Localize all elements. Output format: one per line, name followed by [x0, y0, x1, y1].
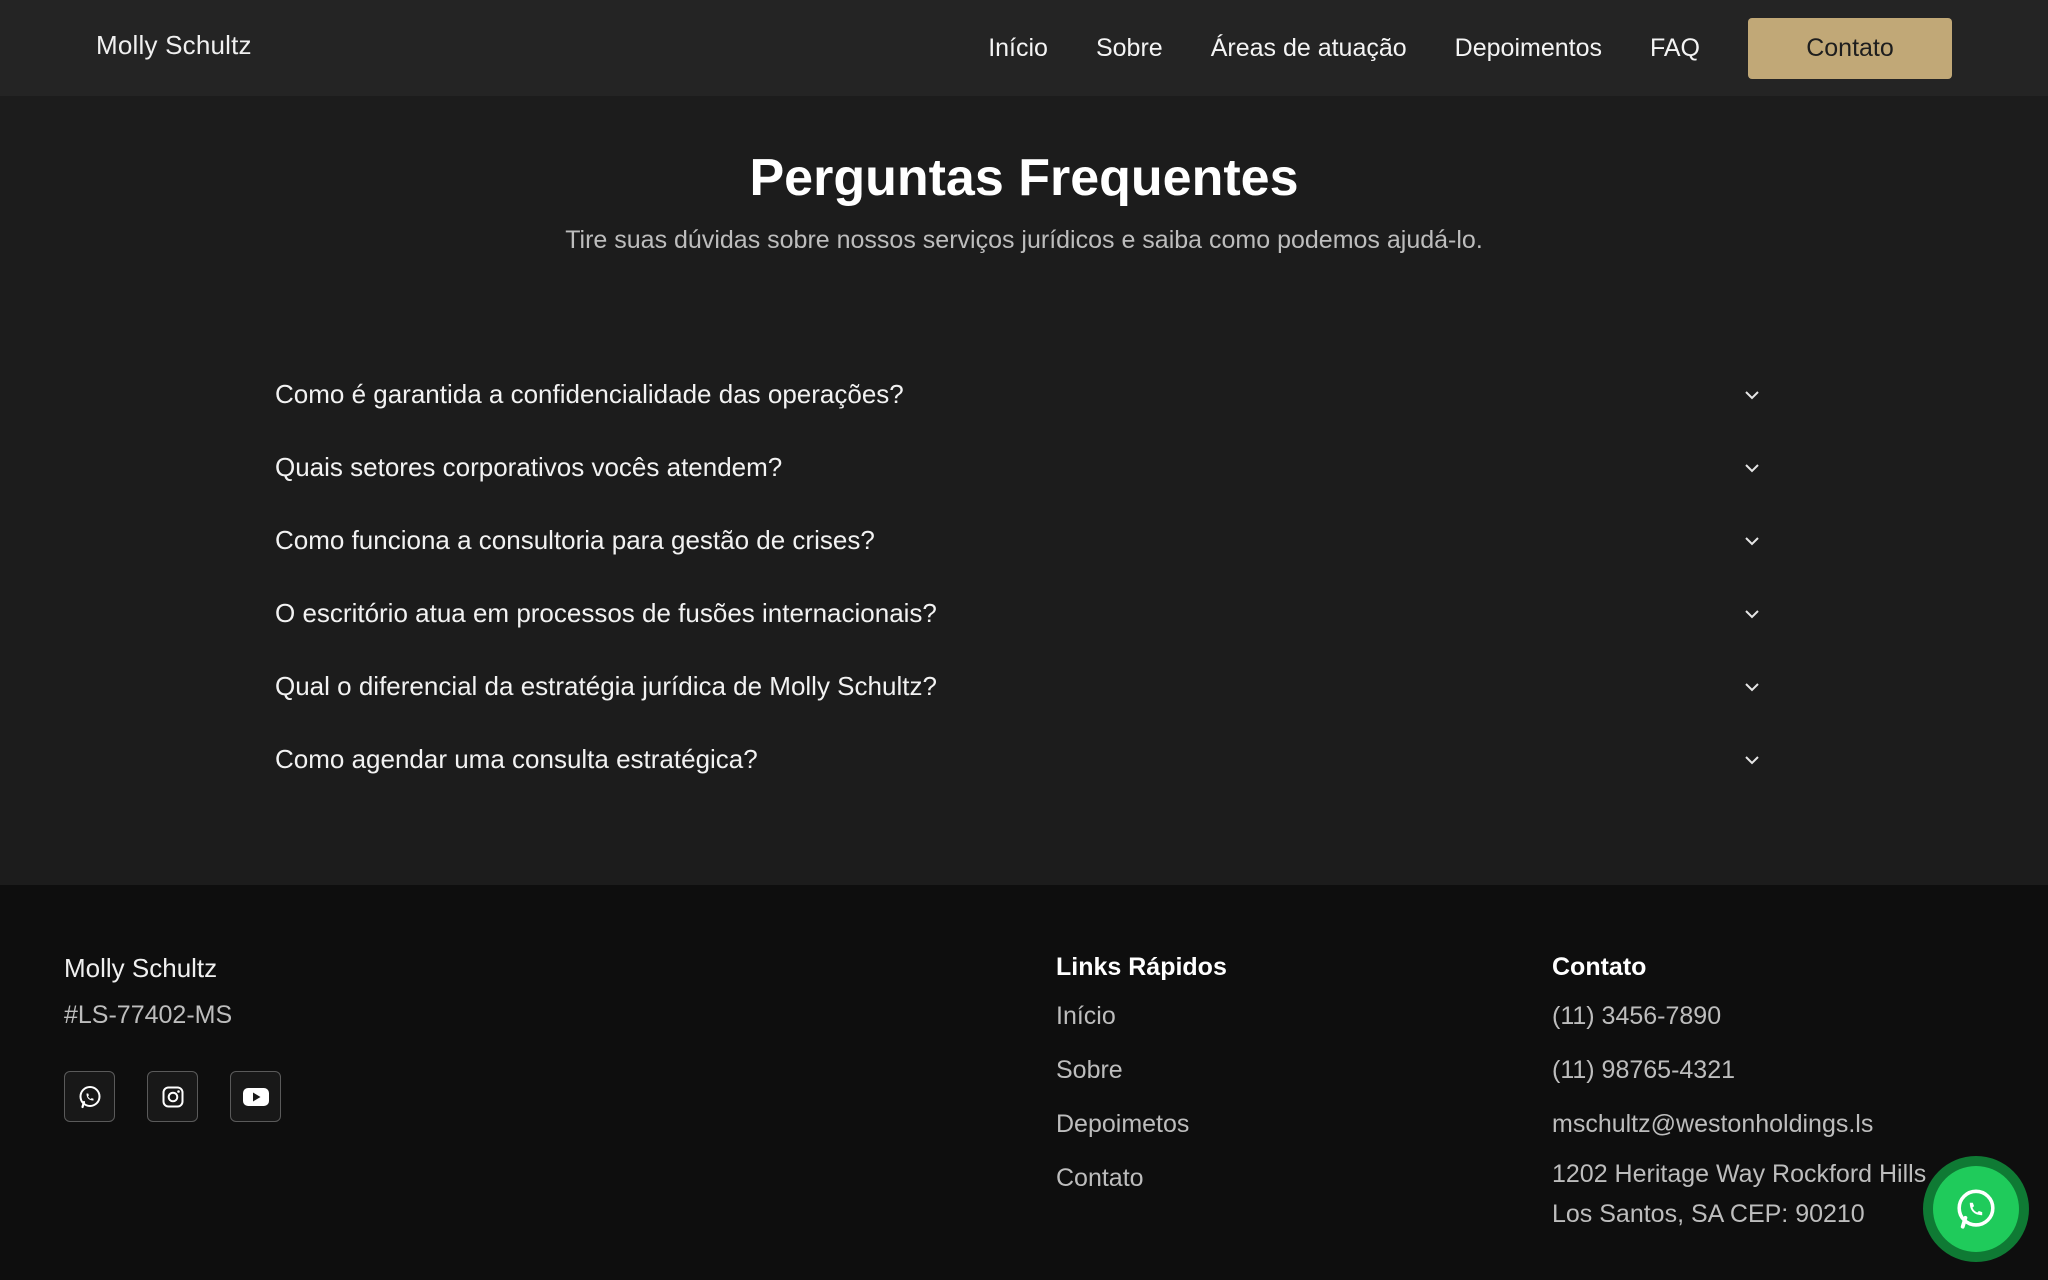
instagram-icon[interactable]	[147, 1071, 198, 1122]
faq-question: O escritório atua em processos de fusões…	[275, 598, 937, 628]
faq-item[interactable]: Qual o diferencial da estratégia jurídic…	[275, 650, 1773, 723]
phone-mobile[interactable]: (11) 98765-4321	[1552, 1054, 1926, 1086]
faq-question: Como funciona a consultoria para gestão …	[275, 525, 875, 555]
top-navbar: Molly Schultz Início Sobre Áreas de atua…	[0, 0, 2048, 96]
faq-item[interactable]: Como agendar uma consulta estratégica?	[275, 723, 1773, 796]
faq-question: Quais setores corporativos vocês atendem…	[275, 452, 783, 482]
quick-links-column: Links Rápidos Início Sobre Depoimetos Co…	[1056, 953, 1227, 1194]
youtube-icon[interactable]	[230, 1071, 281, 1122]
nav-link-sobre[interactable]: Sobre	[1096, 34, 1163, 63]
footer-link-contato[interactable]: Contato	[1056, 1162, 1227, 1194]
faq-subtitle: Tire suas dúvidas sobre nossos serviços …	[565, 226, 1483, 254]
social-links	[64, 1071, 313, 1122]
footer-link-depoimentos[interactable]: Depoimetos	[1056, 1108, 1227, 1140]
nav-link-faq[interactable]: FAQ	[1650, 34, 1700, 63]
faq-item[interactable]: O escritório atua em processos de fusões…	[275, 577, 1773, 650]
chevron-down-icon	[1741, 384, 1763, 406]
chevron-down-icon	[1741, 676, 1763, 698]
nav-link-depoimentos[interactable]: Depoimentos	[1455, 34, 1602, 63]
chevron-down-icon	[1741, 530, 1763, 552]
brand-name[interactable]: Molly Schultz	[96, 30, 252, 61]
whatsapp-icon	[1933, 1166, 2019, 1252]
main-nav: Início Sobre Áreas de atuação Depoimento…	[988, 17, 1952, 79]
chevron-down-icon	[1741, 603, 1763, 625]
whatsapp-icon[interactable]	[64, 1071, 115, 1122]
faq-list: Como é garantida a confidencialidade das…	[275, 358, 1773, 796]
faq-section: Perguntas Frequentes Tire suas dúvidas s…	[0, 96, 2048, 885]
faq-question: Como é garantida a confidencialidade das…	[275, 379, 904, 409]
phone-landline[interactable]: (11) 3456-7890	[1552, 1000, 1926, 1032]
address: 1202 Heritage Way Rockford Hills Los San…	[1552, 1154, 1926, 1234]
faq-title: Perguntas Frequentes	[749, 149, 1299, 207]
contact-heading: Contato	[1552, 953, 1647, 981]
contact-button[interactable]: Contato	[1748, 17, 1952, 79]
quick-links-heading: Links Rápidos	[1056, 953, 1227, 981]
footer: Molly Schultz #LS-77402-MS Links Rápidos	[0, 885, 2048, 1280]
chevron-down-icon	[1741, 749, 1763, 771]
address-line-1: 1202 Heritage Way Rockford Hills	[1552, 1160, 1927, 1188]
footer-brand: Molly Schultz	[64, 953, 218, 983]
chevron-down-icon	[1741, 457, 1763, 479]
nav-link-areas-de-atuacao[interactable]: Áreas de atuação	[1211, 34, 1407, 63]
address-line-2: Los Santos, SA CEP: 90210	[1552, 1200, 1865, 1228]
whatsapp-floating-button[interactable]	[1923, 1156, 2029, 1262]
email-link[interactable]: mschultz@westonholdings.ls	[1552, 1108, 1926, 1140]
faq-question: Como agendar uma consulta estratégica?	[275, 744, 758, 774]
footer-link-sobre[interactable]: Sobre	[1056, 1054, 1227, 1086]
faq-item[interactable]: Quais setores corporativos vocês atendem…	[275, 431, 1773, 504]
faq-item[interactable]: Como é garantida a confidencialidade das…	[275, 358, 1773, 431]
faq-question: Qual o diferencial da estratégia jurídic…	[275, 671, 937, 701]
nav-link-inicio[interactable]: Início	[988, 34, 1048, 63]
contact-column: Contato (11) 3456-7890 (11) 98765-4321 m…	[1552, 953, 1926, 1234]
registration-number: #LS-77402-MS	[64, 1001, 233, 1029]
footer-link-inicio[interactable]: Início	[1056, 1000, 1227, 1032]
faq-item[interactable]: Como funciona a consultoria para gestão …	[275, 504, 1773, 577]
